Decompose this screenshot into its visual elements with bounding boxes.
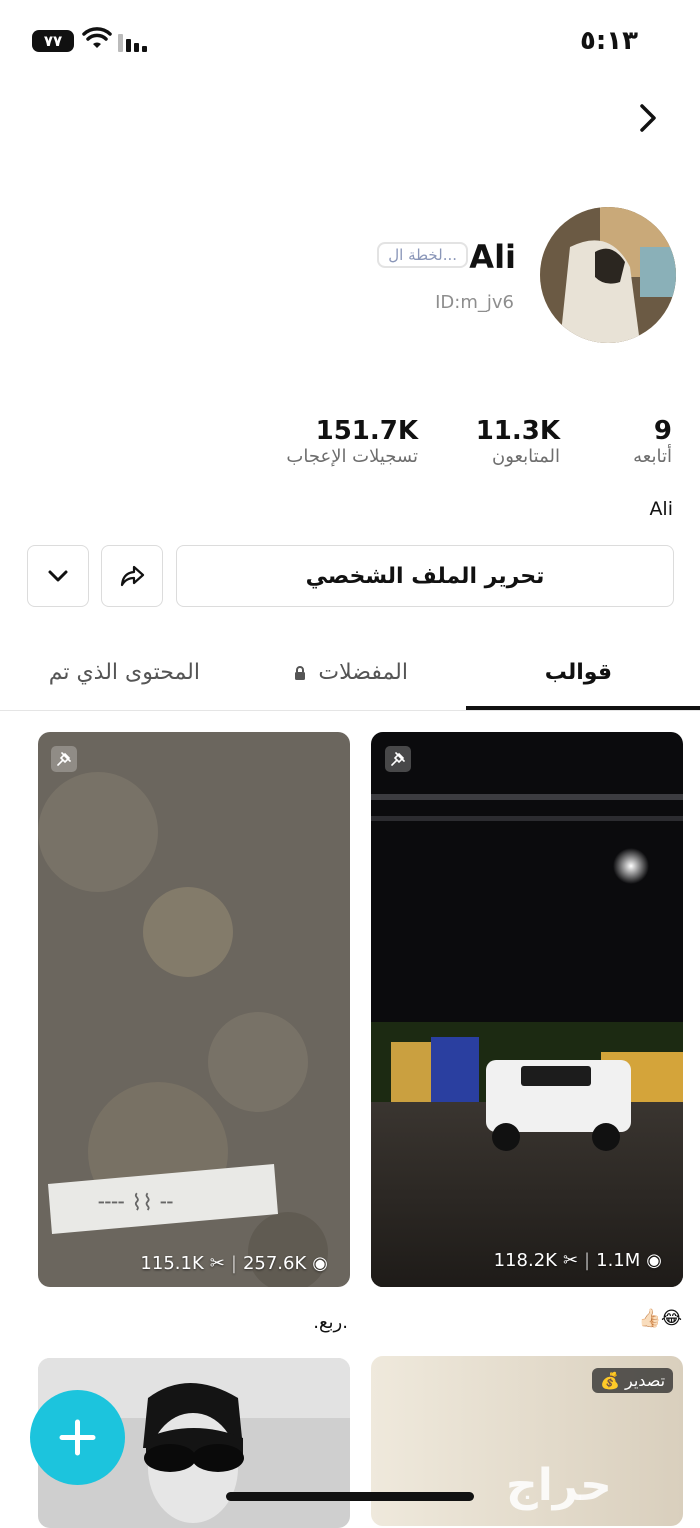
- add-button[interactable]: [30, 1390, 125, 1485]
- plus-icon: [59, 1419, 96, 1456]
- divider: [0, 710, 700, 711]
- home-indicator: [226, 1492, 474, 1501]
- share-icon: [120, 565, 145, 587]
- stat-label: تسجيلات الإعجاب: [286, 446, 418, 467]
- stat-followers[interactable]: 11.3K المتابعون: [476, 416, 560, 467]
- eye-icon: ◉: [646, 1250, 662, 1271]
- pin-icon: [385, 746, 411, 772]
- stat-label: المتابعون: [491, 446, 560, 467]
- edit-profile-button[interactable]: تحرير الملف الشخصي: [176, 545, 674, 607]
- share-button[interactable]: [101, 545, 163, 607]
- post-caption: 👍🏻😂: [638, 1308, 682, 1329]
- wifi-icon: [82, 27, 112, 48]
- signal-icon: [118, 34, 147, 52]
- pin-icon: [51, 746, 77, 772]
- battery-icon: ٧٧: [32, 30, 74, 52]
- post-thumbnail[interactable]: [371, 732, 683, 1287]
- svg-text:╌╌ ⌇⌇ ╌: ╌╌ ⌇⌇ ╌: [98, 1191, 173, 1216]
- views-count: 257.6K: [242, 1253, 307, 1274]
- plan-badge[interactable]: لخطة ال...: [377, 242, 468, 268]
- stat-label: أتابعه: [633, 446, 672, 467]
- profile-name: Ali: [469, 238, 516, 276]
- tab-templates[interactable]: قوالب: [545, 660, 612, 685]
- chevron-down-icon: [48, 570, 68, 582]
- post-caption: .ربع.: [313, 1312, 348, 1333]
- lock-icon: [295, 666, 305, 680]
- stat-likes[interactable]: 151.7K تسجيلات الإعجاب: [286, 416, 418, 467]
- views-count: 1.1M: [596, 1250, 641, 1271]
- export-badge: 💰 تصدير: [592, 1368, 674, 1393]
- separator: |: [230, 1253, 237, 1274]
- avatar[interactable]: [540, 207, 676, 343]
- eye-icon: ◉: [312, 1253, 328, 1274]
- watermark-logo: حراج: [506, 1460, 612, 1511]
- post-stats: 115.1K ✂ | 257.6K ◉: [140, 1253, 328, 1274]
- post-stats: 118.2K ✂ | 1.1M ◉: [494, 1250, 662, 1271]
- more-options-button[interactable]: [27, 545, 89, 607]
- post-thumbnail[interactable]: ╌╌ ⌇⌇ ╌: [38, 732, 350, 1287]
- profile-id: ID:m_jv6: [435, 292, 514, 313]
- chevron-right-icon[interactable]: [630, 100, 666, 136]
- uses-count: 115.1K: [140, 1253, 204, 1274]
- scissors-icon: ✂: [209, 1253, 225, 1274]
- stat-value: 11.3K: [475, 416, 560, 446]
- stat-value: 151.7K: [315, 416, 418, 446]
- separator: |: [584, 1250, 591, 1271]
- stat-following[interactable]: 9 أتابعه: [633, 416, 672, 467]
- bio: Ali: [649, 498, 673, 520]
- uses-count: 118.2K: [493, 1250, 557, 1271]
- tab-created[interactable]: المحتوى الذي تم: [49, 660, 200, 685]
- tab-favorites[interactable]: المفضلات: [318, 660, 408, 685]
- status-time: ٥:١٣: [579, 26, 638, 56]
- scissors-icon: ✂: [562, 1250, 579, 1271]
- stat-value: 9: [653, 416, 672, 446]
